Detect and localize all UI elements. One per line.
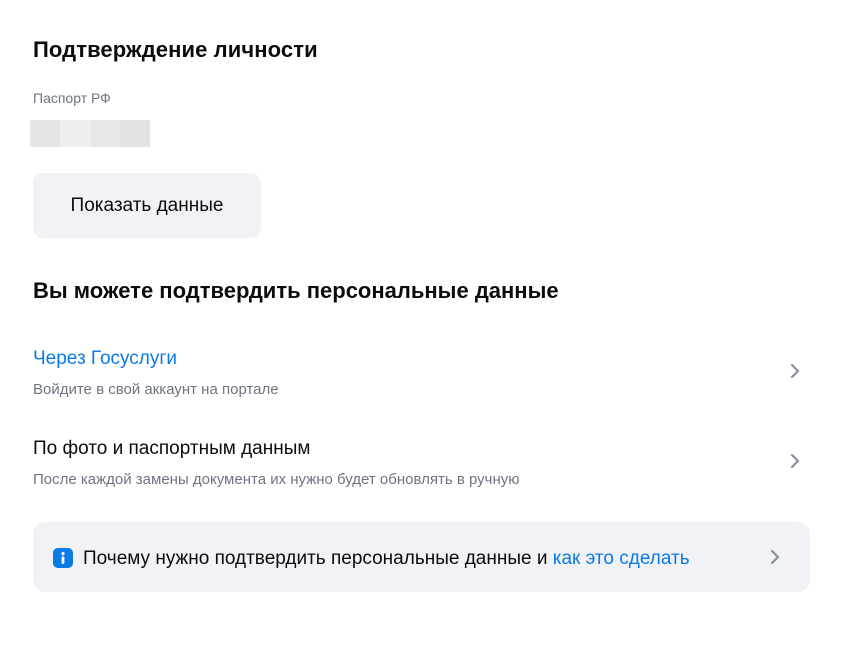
info-banner-message: Почему нужно подтвердить персональные да…	[83, 548, 553, 569]
option-photo-passport-description: После каждой замены документа их нужно б…	[33, 471, 520, 488]
how-to-link[interactable]: как это сделать	[553, 548, 690, 569]
chevron-right-icon	[790, 363, 800, 379]
option-gosuslugi-title: Через Госуслуги	[33, 348, 177, 369]
info-banner-text: Почему нужно подтвердить персональные да…	[83, 547, 690, 571]
chevron-right-icon	[790, 453, 800, 469]
info-icon	[53, 548, 73, 568]
info-banner[interactable]: Почему нужно подтвердить персональные да…	[33, 522, 810, 592]
option-gosuslugi[interactable]: Через Госуслуги Войдите в свой аккаунт н…	[33, 347, 810, 421]
confirm-section-title: Вы можете подтвердить персональные данны…	[33, 278, 559, 303]
option-photo-passport[interactable]: По фото и паспортным данным После каждой…	[33, 437, 810, 511]
option-gosuslugi-description: Войдите в свой аккаунт на портале	[33, 381, 279, 398]
masked-document-number	[30, 120, 150, 147]
option-photo-passport-title: По фото и паспортным данным	[33, 438, 311, 459]
page-title: Подтверждение личности	[33, 37, 318, 62]
document-label: Паспорт РФ	[33, 90, 111, 106]
show-data-button[interactable]: Показать данные	[33, 173, 261, 238]
chevron-right-icon	[770, 549, 780, 565]
